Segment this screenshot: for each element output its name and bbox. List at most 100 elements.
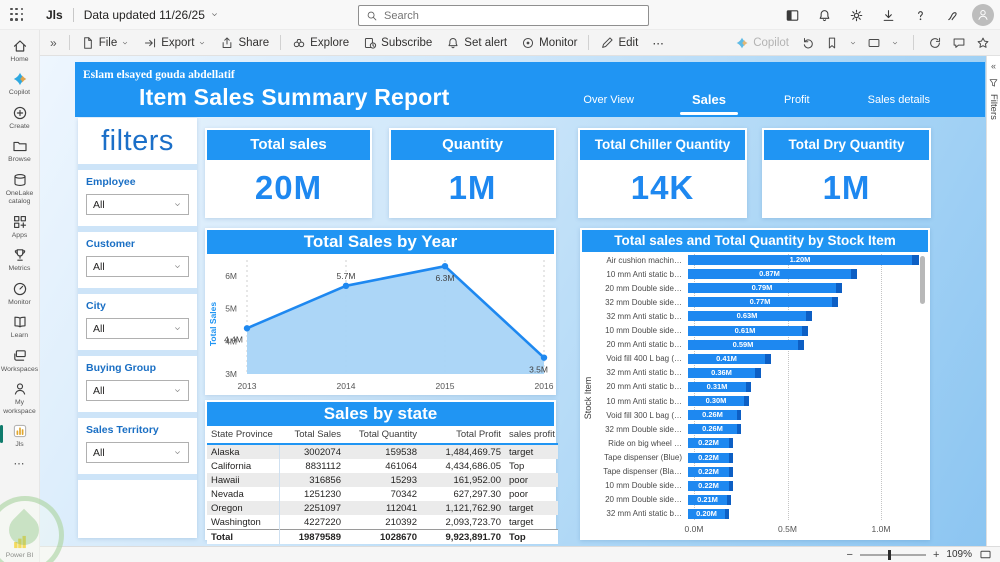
kpi-card-total-sales[interactable]: Total sales 20M <box>205 128 372 218</box>
total-quantity-bar[interactable] <box>798 339 804 350</box>
kpi-card-total-dry-quantity[interactable]: Total Dry Quantity 1M <box>762 128 931 218</box>
area-chart-svg[interactable]: 4.4M5.7M 6.3M3.5M3M4M5M6M2013 2014 2015 2016… <box>207 254 554 395</box>
total-quantity-bar[interactable] <box>737 410 741 421</box>
toolbar-overflow-button[interactable]: ⋯ <box>645 30 671 56</box>
collapse-pages-icon[interactable]: » <box>50 36 57 50</box>
toolbar-share-button[interactable]: Share <box>213 30 276 56</box>
search-input[interactable] <box>384 9 648 22</box>
sidebar-item-jls[interactable]: Jls <box>0 419 39 452</box>
collapsed-filters-pane[interactable]: « Filters <box>986 56 1000 546</box>
bar-row[interactable]: Void fill 300 L bag (… 0.26M <box>582 409 918 421</box>
total-quantity-bar[interactable] <box>746 381 751 392</box>
total-quantity-bar[interactable] <box>729 480 733 491</box>
gear-icon[interactable] <box>849 8 864 23</box>
slicer-dropdown[interactable]: All <box>86 256 189 277</box>
bar-row[interactable]: Void fill 400 L bag (… 0.41M <box>582 353 918 365</box>
sidebar-item-copilot[interactable]: Copilot <box>0 67 39 100</box>
zoom-slider-thumb[interactable] <box>887 549 891 560</box>
toolbar-explore-button[interactable]: Explore <box>285 30 356 56</box>
chart-scrollbar[interactable] <box>920 256 925 518</box>
toolbar-export-button[interactable]: Export <box>136 30 213 56</box>
bar-row[interactable]: 20 mm Double side… 0.79M <box>582 282 918 294</box>
slicer-dropdown[interactable]: All <box>86 194 189 215</box>
total-quantity-bar[interactable] <box>765 353 771 364</box>
kpi-card-total-chiller-quantity[interactable]: Total Chiller Quantity 14K <box>578 128 747 218</box>
sidebar-item-metrics[interactable]: Metrics <box>0 243 39 276</box>
question-icon[interactable] <box>913 8 928 23</box>
table-row[interactable]: Nevada 1251230 70342 627,297.30 poor <box>207 487 558 501</box>
table-row[interactable]: Hawaii 316856 15293 161,952.00 poor <box>207 473 558 487</box>
table-row[interactable]: Alaska 3002074 159538 1,484,469.75 target <box>207 444 558 459</box>
avatar[interactable] <box>972 4 994 26</box>
sidebar-more-button[interactable]: ⋯ <box>0 453 39 474</box>
bar-row[interactable]: Tape dispenser (Bla… 0.22M <box>582 466 918 478</box>
toolbar-file-button[interactable]: File <box>74 30 137 56</box>
bar-row[interactable]: 32 mm Double side… 0.26M <box>582 423 918 435</box>
app-launcher-icon[interactable] <box>10 7 24 22</box>
bar-row[interactable]: Ride on big wheel … 0.22M <box>582 437 918 449</box>
total-quantity-bar[interactable] <box>729 466 733 477</box>
column-header-sales-profit[interactable]: sales profit <box>505 426 558 445</box>
column-header-state-province[interactable]: State Province <box>207 426 279 445</box>
bar-row[interactable]: 10 mm Anti static b… 0.30M <box>582 395 918 407</box>
slicer-dropdown[interactable]: All <box>86 380 189 401</box>
total-quantity-bar[interactable] <box>755 367 761 378</box>
total-quantity-bar[interactable] <box>744 396 749 407</box>
tab-profit[interactable]: Profit <box>784 94 810 115</box>
sidebar-item-monitor[interactable]: Monitor <box>0 277 39 310</box>
chat-icon[interactable] <box>952 36 966 50</box>
total-quantity-bar[interactable] <box>737 424 741 435</box>
sidebar-item-create[interactable]: Create <box>0 101 39 134</box>
total-quantity-bar[interactable] <box>727 494 731 505</box>
column-header-total-sales[interactable]: Total Sales <box>279 426 345 445</box>
total-sales-by-year-chart[interactable]: Total Sales by Year 4.4M 5.7M 6.3M 3.5M 3M 4M… <box>205 228 556 395</box>
layout-icon[interactable] <box>785 8 800 23</box>
total-quantity-bar[interactable] <box>729 452 733 463</box>
toolbar-set-alert-button[interactable]: Set alert <box>439 30 514 56</box>
sidebar-item-home[interactable]: Home <box>0 34 39 67</box>
workspace-label[interactable]: Jls <box>46 8 63 22</box>
sales-by-state-table[interactable]: Sales by state State Province Total Sales… <box>205 400 558 544</box>
total-quantity-bar[interactable] <box>729 438 733 449</box>
tab-sales-details[interactable]: Sales details <box>868 94 930 115</box>
table-row[interactable]: Washington 4227220 210392 2,093,723.70 targe… <box>207 515 558 530</box>
refresh-icon[interactable] <box>928 36 942 50</box>
bell-icon[interactable] <box>817 8 832 23</box>
kpi-card-quantity[interactable]: Quantity 1M <box>389 128 556 218</box>
slicer-dropdown[interactable]: All <box>86 442 189 463</box>
bookmark-icon[interactable] <box>825 36 839 50</box>
view-icon[interactable] <box>867 36 881 50</box>
sales-quantity-by-stock-item-chart[interactable]: Total sales and Total Quantity by Stock … <box>580 228 930 540</box>
sidebar-item-onelake-catalog[interactable]: OneLake catalog <box>0 168 39 210</box>
column-header-total-quantity[interactable]: Total Quantity <box>345 426 421 445</box>
sidebar-item-workspaces[interactable]: Workspaces <box>0 344 39 377</box>
fit-to-page-icon[interactable] <box>979 548 992 561</box>
bar-row[interactable]: 32 mm Anti static b… 0.63M <box>582 310 918 322</box>
total-quantity-bar[interactable] <box>912 255 919 265</box>
bar-row[interactable]: 20 mm Anti static b… 0.31M <box>582 381 918 393</box>
search-box[interactable] <box>358 5 649 26</box>
zoom-out-button[interactable]: − <box>847 549 853 561</box>
bar-row[interactable]: 32 mm Double side… 0.77M <box>582 296 918 308</box>
undo-icon[interactable] <box>801 36 815 50</box>
star-icon[interactable] <box>976 36 990 50</box>
bar-row[interactable]: Tape dispenser (Blue) 0.22M <box>582 452 918 464</box>
bar-row[interactable]: 32 mm Anti static b… 0.20M <box>582 508 918 520</box>
bar-row[interactable]: 20 mm Double side… 0.21M <box>582 494 918 506</box>
total-quantity-bar[interactable] <box>851 269 857 280</box>
total-quantity-bar[interactable] <box>802 325 808 336</box>
copilot-button[interactable]: Copilot <box>733 30 791 56</box>
toolbar-monitor-button[interactable]: Monitor <box>514 30 584 56</box>
total-quantity-bar[interactable] <box>806 311 812 322</box>
table-row[interactable]: Oregon 2251097 112041 1,121,762.90 target <box>207 501 558 515</box>
bar-row[interactable]: 10 mm Double side… 0.22M <box>582 480 918 492</box>
bar-row[interactable]: 20 mm Anti static b… 0.59M <box>582 339 918 351</box>
bar-row[interactable]: Air cushion machin… 1.20M <box>582 254 919 266</box>
sidebar-item-my-workspace[interactable]: My workspace <box>0 377 39 419</box>
sidebar-item-learn[interactable]: Learn <box>0 310 39 343</box>
total-quantity-bar[interactable] <box>725 508 729 519</box>
zoom-in-button[interactable]: + <box>933 549 939 561</box>
toolbar-subscribe-button[interactable]: Subscribe <box>356 30 439 56</box>
column-header-total-profit[interactable]: Total Profit <box>421 426 505 445</box>
expand-pane-icon[interactable]: « <box>991 61 996 71</box>
